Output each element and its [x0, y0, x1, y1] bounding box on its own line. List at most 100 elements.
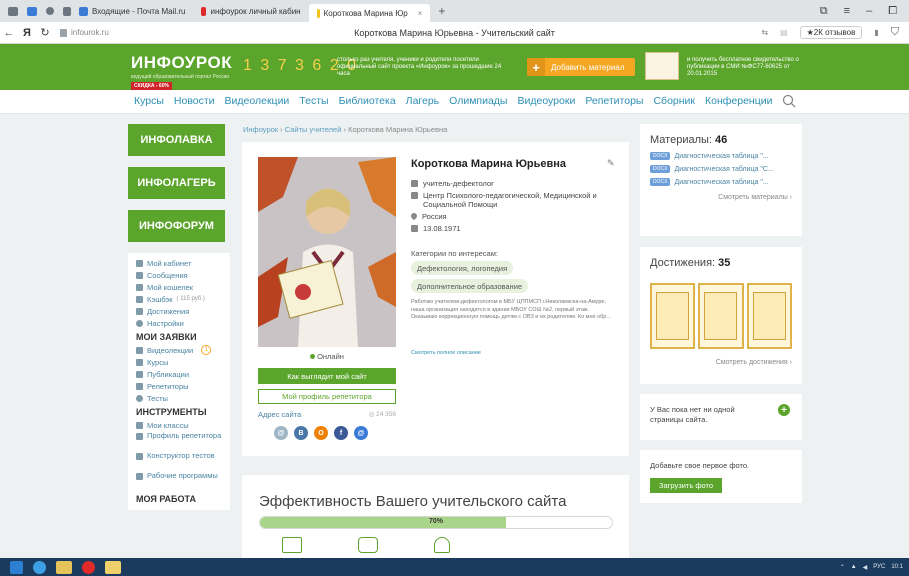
back-icon[interactable]: ← [0, 27, 18, 39]
tab-active-profile[interactable]: Короткова Марина Юр × [308, 4, 431, 22]
nav-item[interactable]: Лагерь [406, 95, 439, 107]
user-icon [136, 259, 143, 267]
url-field[interactable]: infourok.ru [60, 28, 109, 37]
bookmarks-icon[interactable] [27, 6, 37, 16]
menu-achievements[interactable]: Достижения [136, 305, 222, 317]
reader-icon[interactable]: ▤ [780, 28, 788, 37]
tab-mail[interactable]: Входящие - Почта Mail.ru [71, 2, 193, 20]
minimize-icon[interactable]: – [866, 5, 872, 18]
reviews-button[interactable]: ★2К отзывов [799, 26, 863, 39]
nav-item[interactable]: Олимпиады [449, 95, 507, 107]
tablo-icon[interactable] [8, 6, 18, 16]
search-icon[interactable] [782, 94, 796, 108]
nav-item[interactable]: Библиотека [339, 95, 396, 107]
menu-tutors[interactable]: Репетиторы [136, 380, 222, 392]
nav-item[interactable]: Сборник [653, 95, 695, 107]
facebook-icon[interactable]: f [334, 426, 348, 440]
play-icon [136, 346, 143, 354]
language-indicator[interactable]: РУС [873, 564, 885, 570]
mailru-icon[interactable]: @ [354, 426, 368, 440]
nav-item[interactable]: Конференции [705, 95, 772, 107]
views-count: ◎ 24 356 [368, 411, 396, 418]
tray-arrow-icon[interactable]: ⌃ [840, 564, 845, 571]
material-item[interactable]: DOCX Диагностическая таблица "... [650, 152, 792, 160]
site-address-link[interactable]: Адрес сайта [258, 410, 301, 419]
profile-photo[interactable] [258, 157, 396, 347]
yandex-browser-icon[interactable] [82, 560, 95, 574]
menu-test-builder[interactable]: Конструктор тестов [136, 451, 222, 471]
view-materials-link[interactable]: Смотреть материалы › [650, 194, 792, 201]
clock[interactable]: 10:1 [891, 564, 903, 570]
tab-infourok-cabinet[interactable]: инфоурок личный кабин [193, 2, 308, 20]
explorer-icon[interactable] [56, 560, 72, 574]
add-material-button[interactable]: + Добавить материал [527, 58, 635, 76]
menu-messages[interactable]: Сообщения [136, 269, 222, 281]
nav-item[interactable]: Новости [174, 95, 215, 107]
view-achievements-link[interactable]: Смотреть достижения › [650, 359, 792, 366]
nav-item[interactable]: Видеолекции [225, 95, 290, 107]
menu-icon[interactable]: ≡ [844, 5, 850, 18]
nav-item[interactable]: Видеоуроки [517, 95, 575, 107]
promo-infolavka[interactable]: ИНФО ЛАВКА [128, 124, 225, 156]
breadcrumb-section[interactable]: Сайты учителей [285, 125, 342, 134]
close-tab-icon[interactable]: × [418, 9, 423, 18]
image-icon[interactable] [282, 537, 302, 553]
windows-start-icon[interactable] [10, 560, 23, 574]
volume-icon[interactable]: ◀ [863, 564, 868, 571]
classes-icon [136, 421, 143, 429]
maximize-icon[interactable]: ⧠ [888, 5, 897, 18]
new-tab-button[interactable]: + [430, 4, 453, 18]
about-more-link[interactable]: Смотреть полное описание [411, 350, 481, 356]
menu-settings[interactable]: Настройки [136, 317, 222, 329]
folder-icon[interactable] [105, 560, 121, 574]
nav-item[interactable]: Курсы [134, 95, 164, 107]
promo-infolager[interactable]: ИНФО ЛАГЕРЬ [128, 167, 225, 199]
graduation-cap-icon [411, 180, 418, 187]
menu-tutor-profile[interactable]: Профиль репетитора [136, 431, 222, 451]
mail-icon [79, 6, 88, 16]
settings-icon[interactable] [46, 7, 54, 15]
material-item[interactable]: DOCX Диагностическая таблица "С... [650, 165, 792, 173]
refresh-icon[interactable]: ↻ [36, 26, 54, 39]
translate-icon[interactable]: ⇆ [761, 28, 768, 37]
menu-work-programs[interactable]: Рабочие программы [136, 471, 222, 491]
menu-videolectures[interactable]: Видеолекции 1 [136, 344, 222, 356]
achievement-certificate[interactable] [650, 283, 696, 349]
sound-icon[interactable] [63, 6, 71, 16]
network-icon[interactable]: ▲ [851, 564, 857, 570]
tutor-profile-button[interactable]: Мой профиль репетитора [258, 389, 396, 404]
chat-icon[interactable] [358, 537, 378, 553]
vk-icon[interactable]: В [294, 426, 308, 440]
upload-photo-button[interactable]: Загрузить фото [650, 478, 722, 493]
achievement-thumbnails [650, 283, 792, 349]
nav-item[interactable]: Репетиторы [585, 95, 643, 107]
achievement-certificate[interactable] [698, 283, 744, 349]
bookmark-icon[interactable]: ▮ [874, 28, 878, 37]
ie-icon[interactable] [33, 560, 46, 574]
interest-tag[interactable]: Дефектология, логопедия [411, 261, 514, 275]
pencil-icon[interactable]: ✎ [607, 158, 615, 169]
menu-tests[interactable]: Тесты [136, 392, 222, 404]
downloads-icon[interactable]: ⧉ [820, 5, 828, 18]
user-settings-icon[interactable] [434, 537, 450, 553]
menu-publications[interactable]: Публикации [136, 368, 222, 380]
menu-my-classes[interactable]: Мои классы [136, 419, 222, 431]
view-site-button[interactable]: Как выглядит мой сайт [258, 368, 396, 384]
achievement-certificate[interactable] [746, 283, 792, 349]
material-item[interactable]: DOCX Диагностическая таблица "... [650, 178, 792, 186]
breadcrumb-home[interactable]: Инфоурок [243, 125, 278, 134]
menu-courses[interactable]: Курсы [136, 356, 222, 368]
menu-my-cabinet[interactable]: Мой кабинет [136, 257, 222, 269]
site-logo[interactable]: ИНФОУРОК [131, 53, 232, 73]
odnoklassniki-icon[interactable]: @ [274, 426, 288, 440]
interest-tag[interactable]: Дополнительное образование [411, 279, 529, 293]
yandex-home-icon[interactable]: Я [18, 27, 36, 39]
nav-item[interactable]: Тесты [299, 95, 328, 107]
ok-icon[interactable]: О [314, 426, 328, 440]
add-page-icon[interactable]: + [778, 404, 790, 416]
menu-wallet[interactable]: Мой кошелек [136, 281, 222, 293]
sale-badge[interactable]: СКИДКА - 60% [131, 82, 172, 90]
promo-infoforum[interactable]: ИНФО ФОРУМ [128, 210, 225, 242]
protect-icon[interactable]: ⛉ [891, 26, 899, 39]
menu-cashback[interactable]: Кэшбэк( 115 руб.) [136, 293, 222, 305]
